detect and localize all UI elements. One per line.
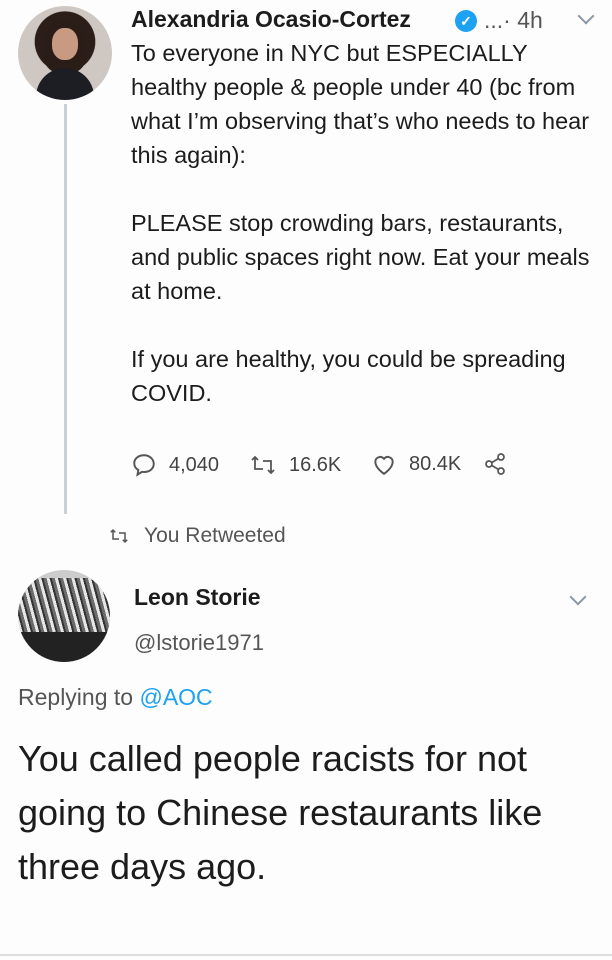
tweet-paragraph: To everyone in NYC but ESPECIALLY health… [131, 40, 590, 168]
share-button[interactable] [483, 452, 519, 476]
retweet-button[interactable]: 16.6K [249, 452, 341, 478]
reply-button[interactable]: 4,040 [131, 452, 219, 478]
reply-icon [133, 454, 155, 477]
author-name[interactable]: Alexandria Ocasio-Cortez [131, 6, 411, 33]
more-glyph: ...· [484, 7, 511, 33]
tweet-paragraph: If you are healthy, you could be spreadi… [131, 346, 566, 406]
replying-to: Replying to @AOC [18, 684, 213, 711]
reply-author-handle[interactable]: @lstorie1971 [134, 630, 264, 656]
thread-line [64, 104, 67, 514]
reply-author-avatar[interactable] [18, 570, 110, 662]
replying-prefix: Replying to [18, 684, 134, 710]
divider [0, 954, 612, 956]
tweet-paragraph: PLEASE stop crowding bars, restaurants, … [131, 210, 590, 304]
replying-mention-link[interactable]: @AOC [139, 684, 212, 710]
retweet-notice-label: You Retweeted [144, 524, 286, 547]
retweet-count: 16.6K [289, 453, 342, 476]
reply-text: You called people racists for not going … [18, 738, 543, 887]
retweet-icon [251, 455, 275, 475]
reply-count: 4,040 [169, 453, 220, 476]
author-avatar[interactable] [18, 6, 112, 100]
tweet-meta: ...· 4h [484, 7, 543, 34]
like-button[interactable]: 80.4K [371, 452, 461, 476]
reply-author-name[interactable]: Leon Storie [134, 584, 261, 611]
like-icon [374, 456, 394, 475]
like-count: 80.4K [409, 452, 462, 475]
retweet-notice: You Retweeted [108, 524, 286, 548]
share-icon [485, 453, 505, 475]
chevron-down-icon[interactable] [577, 7, 595, 25]
tweet-timestamp[interactable]: 4h [517, 7, 543, 33]
verified-icon: ✓ [455, 10, 477, 32]
retweet-icon [110, 528, 128, 544]
chevron-down-icon[interactable] [569, 588, 587, 606]
tweet-body: To everyone in NYC but ESPECIALLY health… [131, 36, 601, 410]
